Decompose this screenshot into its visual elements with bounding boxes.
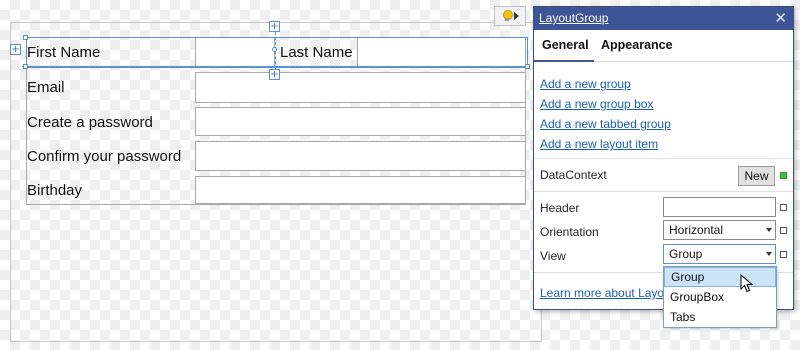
smart-tag-button[interactable] (494, 6, 526, 26)
chevron-right-icon (513, 12, 519, 20)
add-above-icon[interactable]: + (269, 21, 280, 32)
selection-center-line (275, 32, 276, 74)
last-name-label: Last Name (280, 44, 353, 61)
divider (534, 191, 793, 192)
view-value: Group (669, 247, 703, 261)
header-label: Header (540, 201, 580, 215)
mouse-pointer-icon (740, 274, 754, 293)
add-group-box-link[interactable]: Add a new group box (540, 97, 653, 111)
panel-title[interactable]: LayoutGroup (539, 11, 608, 25)
corner-handle[interactable] (23, 35, 28, 40)
add-left-icon[interactable]: + (10, 44, 21, 55)
lightbulb-icon (502, 10, 513, 22)
first-name-input[interactable] (195, 37, 275, 68)
email-label: Email (27, 79, 65, 96)
learn-more-link[interactable]: Learn more about Layo (540, 286, 664, 300)
add-tabbed-group-link[interactable]: Add a new tabbed group (540, 117, 671, 131)
orientation-value: Horizontal (669, 223, 724, 237)
property-marker-icon[interactable] (780, 227, 787, 234)
orientation-select[interactable]: Horizontal (663, 220, 776, 240)
chevron-down-icon (766, 228, 772, 232)
corner-handle[interactable] (23, 64, 28, 69)
confirm-password-label: Confirm your password (27, 148, 182, 165)
tab-general[interactable]: General (542, 38, 589, 52)
birthday-label: Birthday (27, 182, 83, 199)
view-dropdown-list: Group GroupBox Tabs (663, 266, 777, 328)
dropdown-option-group[interactable]: Group (664, 267, 776, 287)
active-tab-indicator (534, 60, 594, 62)
divider (534, 158, 793, 159)
dropdown-option-groupbox[interactable]: GroupBox (664, 287, 776, 307)
panel-title-bar: LayoutGroup ✕ (534, 7, 793, 30)
confirm-password-input[interactable] (195, 141, 526, 171)
panel-tabs: General Appearance (534, 30, 793, 62)
last-name-input[interactable] (357, 37, 526, 68)
view-label: View (540, 249, 566, 263)
create-password-input[interactable] (195, 107, 526, 136)
close-icon[interactable]: ✕ (774, 9, 787, 27)
tab-appearance[interactable]: Appearance (601, 38, 673, 52)
datacontext-label: DataContext (540, 168, 607, 182)
create-password-label: Create a password (27, 114, 153, 131)
header-input[interactable] (663, 197, 776, 217)
add-layout-item-link[interactable]: Add a new layout item (540, 137, 658, 151)
view-select[interactable]: Group (663, 244, 776, 264)
new-button[interactable]: New (738, 166, 775, 186)
orientation-label: Orientation (540, 225, 599, 239)
email-input[interactable] (195, 72, 526, 103)
property-marker-icon[interactable] (780, 204, 787, 211)
layout-group-panel: LayoutGroup ✕ General Appearance Add a n… (533, 6, 794, 310)
resize-handle[interactable] (272, 47, 277, 52)
corner-handle[interactable] (525, 64, 530, 69)
dropdown-option-tabs[interactable]: Tabs (664, 307, 776, 327)
add-group-link[interactable]: Add a new group (540, 77, 631, 91)
property-marker-icon[interactable] (780, 172, 787, 179)
property-marker-icon[interactable] (780, 251, 787, 258)
first-name-label: First Name (27, 44, 101, 61)
birthday-input[interactable] (195, 176, 526, 204)
chevron-down-icon (766, 252, 772, 256)
add-below-icon[interactable]: + (269, 69, 280, 80)
